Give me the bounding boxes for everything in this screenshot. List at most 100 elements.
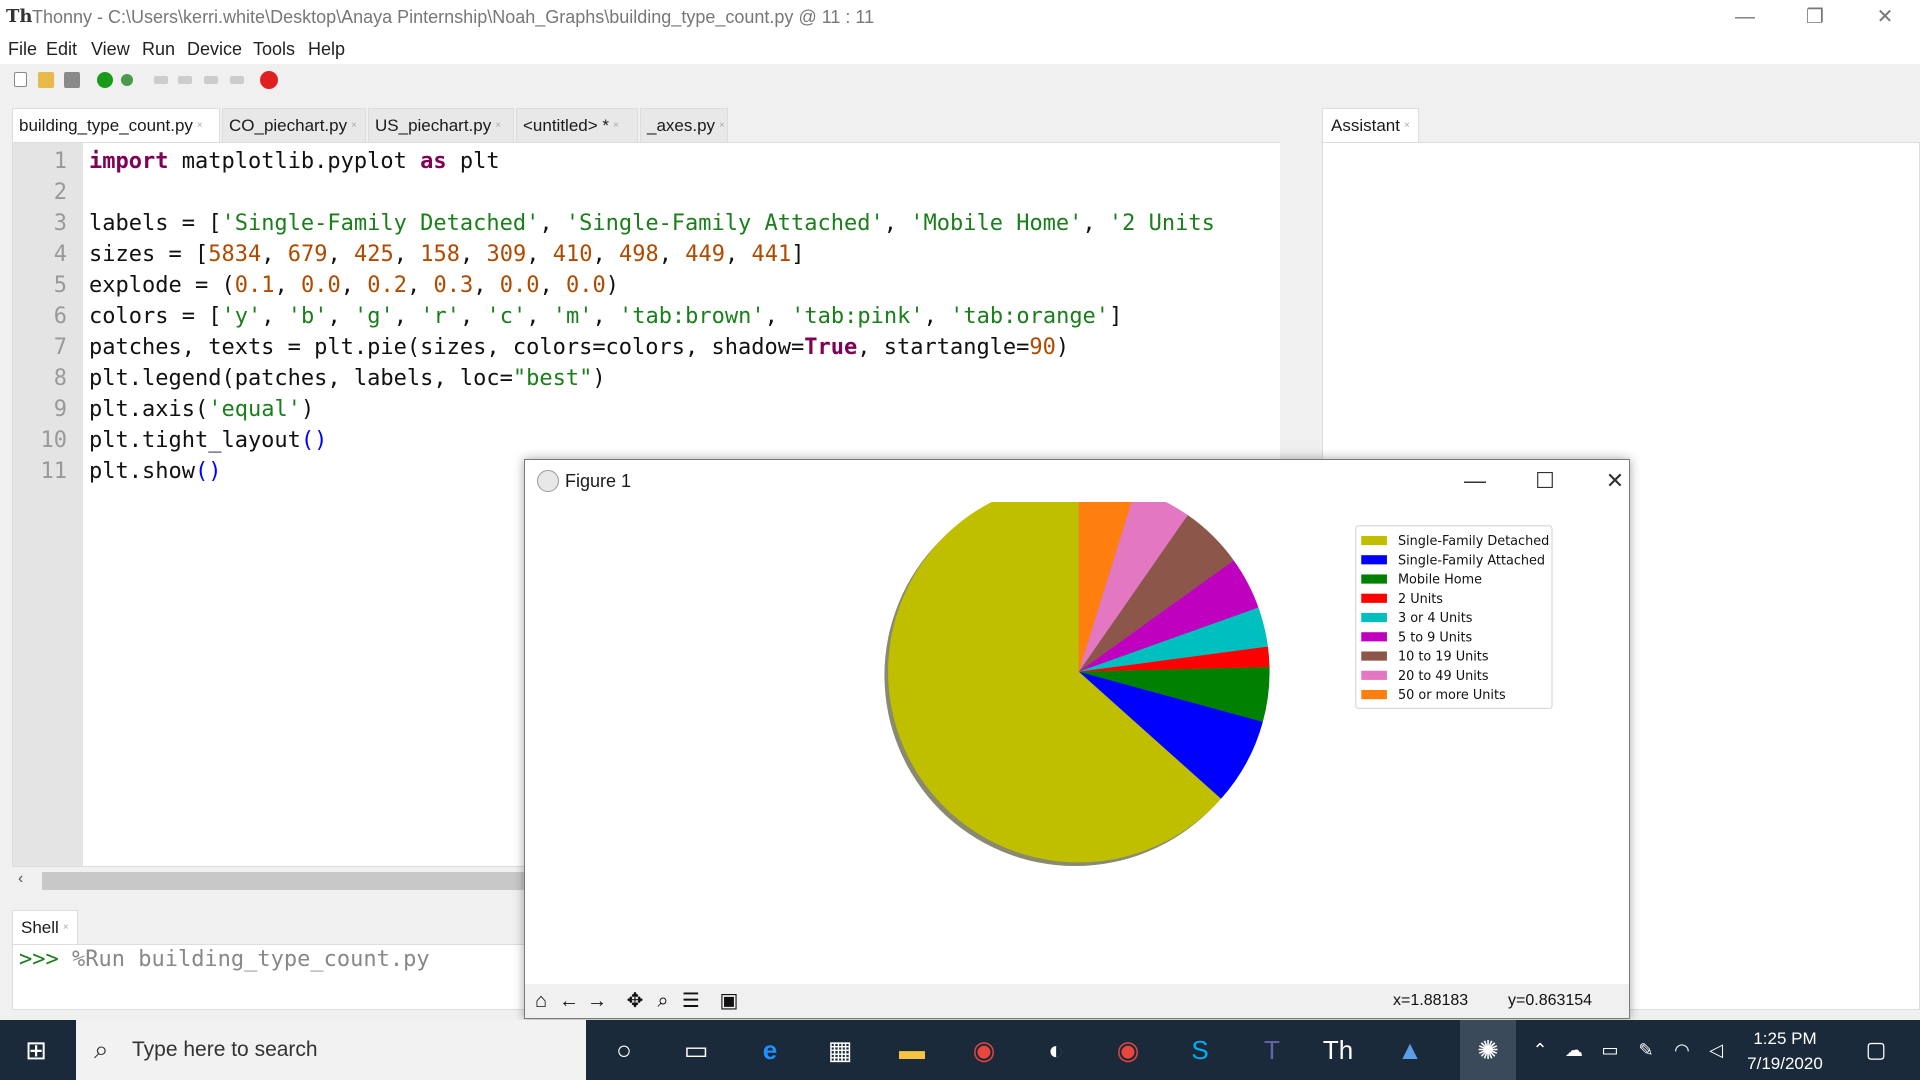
thonny-taskbar-icon[interactable]: Th xyxy=(1318,1030,1358,1070)
save-figure-icon[interactable]: ▣ xyxy=(717,989,741,1013)
restore-button[interactable]: ❐ xyxy=(1780,0,1850,36)
forward-icon[interactable]: → xyxy=(585,989,609,1013)
taskbar-search[interactable]: ⌕ Type here to search xyxy=(76,1020,586,1080)
code-line: plt.tight_layout() xyxy=(89,428,328,453)
figure-minimize-button[interactable]: — xyxy=(1455,466,1495,496)
step-out-icon[interactable] xyxy=(204,76,218,84)
figure-close-button[interactable]: ✕ xyxy=(1595,466,1635,496)
menu-run[interactable]: Run xyxy=(142,39,175,60)
tab-assistant[interactable]: Assistant × xyxy=(1322,108,1419,142)
minimize-button[interactable]: — xyxy=(1710,0,1780,36)
tab-close-icon[interactable]: × xyxy=(63,922,69,933)
tab-close-icon[interactable]: × xyxy=(351,120,357,131)
line-number: 6 xyxy=(53,304,67,329)
legend-label: 20 to 49 Units xyxy=(1398,669,1489,684)
legend-label: Single-Family Detached xyxy=(1398,534,1549,549)
clock-date: 7/19/2020 xyxy=(1747,1054,1823,1073)
code-line: patches, texts = plt.pie(sizes, colors=c… xyxy=(89,335,1070,360)
figure-window[interactable]: Figure 1 — ☐ ✕ Single-Family Detached Sin… xyxy=(524,459,1630,1019)
teams-icon[interactable]: T xyxy=(1252,1030,1292,1070)
legend-label: 50 or more Units xyxy=(1398,688,1506,703)
resume-icon[interactable] xyxy=(230,76,244,84)
new-file-icon[interactable] xyxy=(14,72,27,87)
line-number: 7 xyxy=(53,335,67,360)
line-number: 1 xyxy=(53,149,67,174)
menu-tools[interactable]: Tools xyxy=(253,39,295,60)
notifications-icon[interactable]: ▢ xyxy=(1856,1030,1896,1070)
scroll-left-icon[interactable]: ‹ xyxy=(18,870,23,888)
line-number: 5 xyxy=(53,273,67,298)
close-button[interactable]: ✕ xyxy=(1850,0,1920,36)
onedrive-icon[interactable]: ☁ xyxy=(1554,1030,1594,1070)
stop-icon[interactable] xyxy=(260,71,278,89)
chrome-icon[interactable]: ◉ xyxy=(964,1030,1004,1070)
code-line: plt.axis('equal') xyxy=(89,397,315,422)
menu-help[interactable]: Help xyxy=(308,39,345,60)
code-line: explode = (0.1, 0.0, 0.2, 0.3, 0.0, 0.0) xyxy=(89,273,619,298)
configure-subplots-icon[interactable]: ☰ xyxy=(679,989,703,1013)
figure-maximize-button[interactable]: ☐ xyxy=(1525,466,1565,496)
home-icon[interactable]: ⌂ xyxy=(529,989,553,1013)
code-line: import matplotlib.pyplot as plt xyxy=(89,149,500,174)
tab-co-piechart[interactable]: CO_piechart.py × xyxy=(222,108,366,142)
matplotlib-figure-taskbar-icon[interactable]: ✺ xyxy=(1460,1020,1516,1080)
tab-building-type-count[interactable]: building_type_count.py × xyxy=(12,108,220,142)
line-number: 4 xyxy=(53,242,67,267)
system-clock[interactable]: 1:25 PM 7/19/2020 xyxy=(1730,1026,1840,1076)
windows-start-icon[interactable]: ⊞ xyxy=(16,1030,56,1070)
legend-swatch xyxy=(1361,555,1387,565)
photos-icon[interactable]: ◐ xyxy=(1036,1030,1076,1070)
tab-us-piechart[interactable]: US_piechart.py × xyxy=(368,108,514,142)
search-icon: ⌕ xyxy=(94,1034,109,1064)
menu-edit[interactable]: Edit xyxy=(46,39,77,60)
pen-icon[interactable]: ✎ xyxy=(1626,1030,1666,1070)
image-viewer-icon[interactable]: ▲ xyxy=(1390,1030,1430,1070)
code-line: sizes = [5834, 679, 425, 158, 309, 410, … xyxy=(89,242,805,267)
tab-untitled[interactable]: <untitled> * × xyxy=(516,108,638,142)
tab-close-icon[interactable]: × xyxy=(1404,120,1410,131)
zoom-icon[interactable]: ⌕ xyxy=(651,989,675,1013)
legend-swatch xyxy=(1361,535,1387,546)
chrome-profile-icon[interactable]: ◉ xyxy=(1108,1030,1148,1070)
edge-browser-icon[interactable]: e xyxy=(750,1030,790,1070)
line-number: 2 xyxy=(53,180,67,205)
menu-bar: File Edit View Run Device Tools Help xyxy=(0,36,1920,64)
legend-swatch xyxy=(1361,689,1387,700)
tab-axes[interactable]: _axes.py × xyxy=(640,108,728,142)
title-bar: Th Thonny - C:\Users\kerri.white\Desktop… xyxy=(0,0,1920,36)
tab-close-icon[interactable]: × xyxy=(495,120,501,131)
cortana-icon[interactable]: ○ xyxy=(604,1030,644,1070)
clock-time: 1:25 PM xyxy=(1753,1029,1817,1048)
tab-close-icon[interactable]: × xyxy=(613,120,619,131)
menu-view[interactable]: View xyxy=(91,39,130,60)
legend-swatch xyxy=(1361,612,1387,623)
code-line: plt.legend(patches, labels, loc="best") xyxy=(89,366,606,391)
legend-label: 10 to 19 Units xyxy=(1398,650,1489,665)
legend-swatch xyxy=(1361,670,1387,680)
open-folder-icon[interactable] xyxy=(38,72,54,88)
store-icon[interactable]: ▦ xyxy=(820,1030,860,1070)
line-number: 11 xyxy=(40,459,68,484)
window-title: Thonny - C:\Users\kerri.white\Desktop\An… xyxy=(32,7,875,27)
tab-close-icon[interactable]: × xyxy=(719,120,725,131)
task-view-icon[interactable]: ▭ xyxy=(676,1030,716,1070)
shell-line: >>> %Run building_type_count.py xyxy=(19,947,430,972)
step-over-icon[interactable] xyxy=(154,76,168,84)
step-into-icon[interactable] xyxy=(178,76,192,84)
taskbar: ⊞ ⌕ Type here to search ○ ▭ e ▦ ▬ ◉ ◐ ◉ … xyxy=(0,1020,1920,1080)
tab-close-icon[interactable]: × xyxy=(197,120,203,131)
run-icon[interactable] xyxy=(97,72,113,88)
menu-file[interactable]: File xyxy=(8,39,37,60)
back-icon[interactable]: ← xyxy=(557,989,581,1013)
skype-icon[interactable]: S xyxy=(1180,1030,1220,1070)
debug-icon[interactable] xyxy=(121,74,133,86)
coordinate-y: y=0.863154 xyxy=(1508,992,1593,1009)
file-explorer-icon[interactable]: ▬ xyxy=(892,1030,932,1070)
tab-shell[interactable]: Shell × xyxy=(12,910,78,944)
legend-swatch xyxy=(1361,651,1387,661)
menu-device[interactable]: Device xyxy=(187,39,242,60)
battery-icon[interactable]: ▭ xyxy=(1590,1030,1630,1070)
toolbar xyxy=(0,64,1920,98)
save-icon[interactable] xyxy=(64,72,80,88)
pan-icon[interactable]: ✥ xyxy=(623,989,647,1013)
